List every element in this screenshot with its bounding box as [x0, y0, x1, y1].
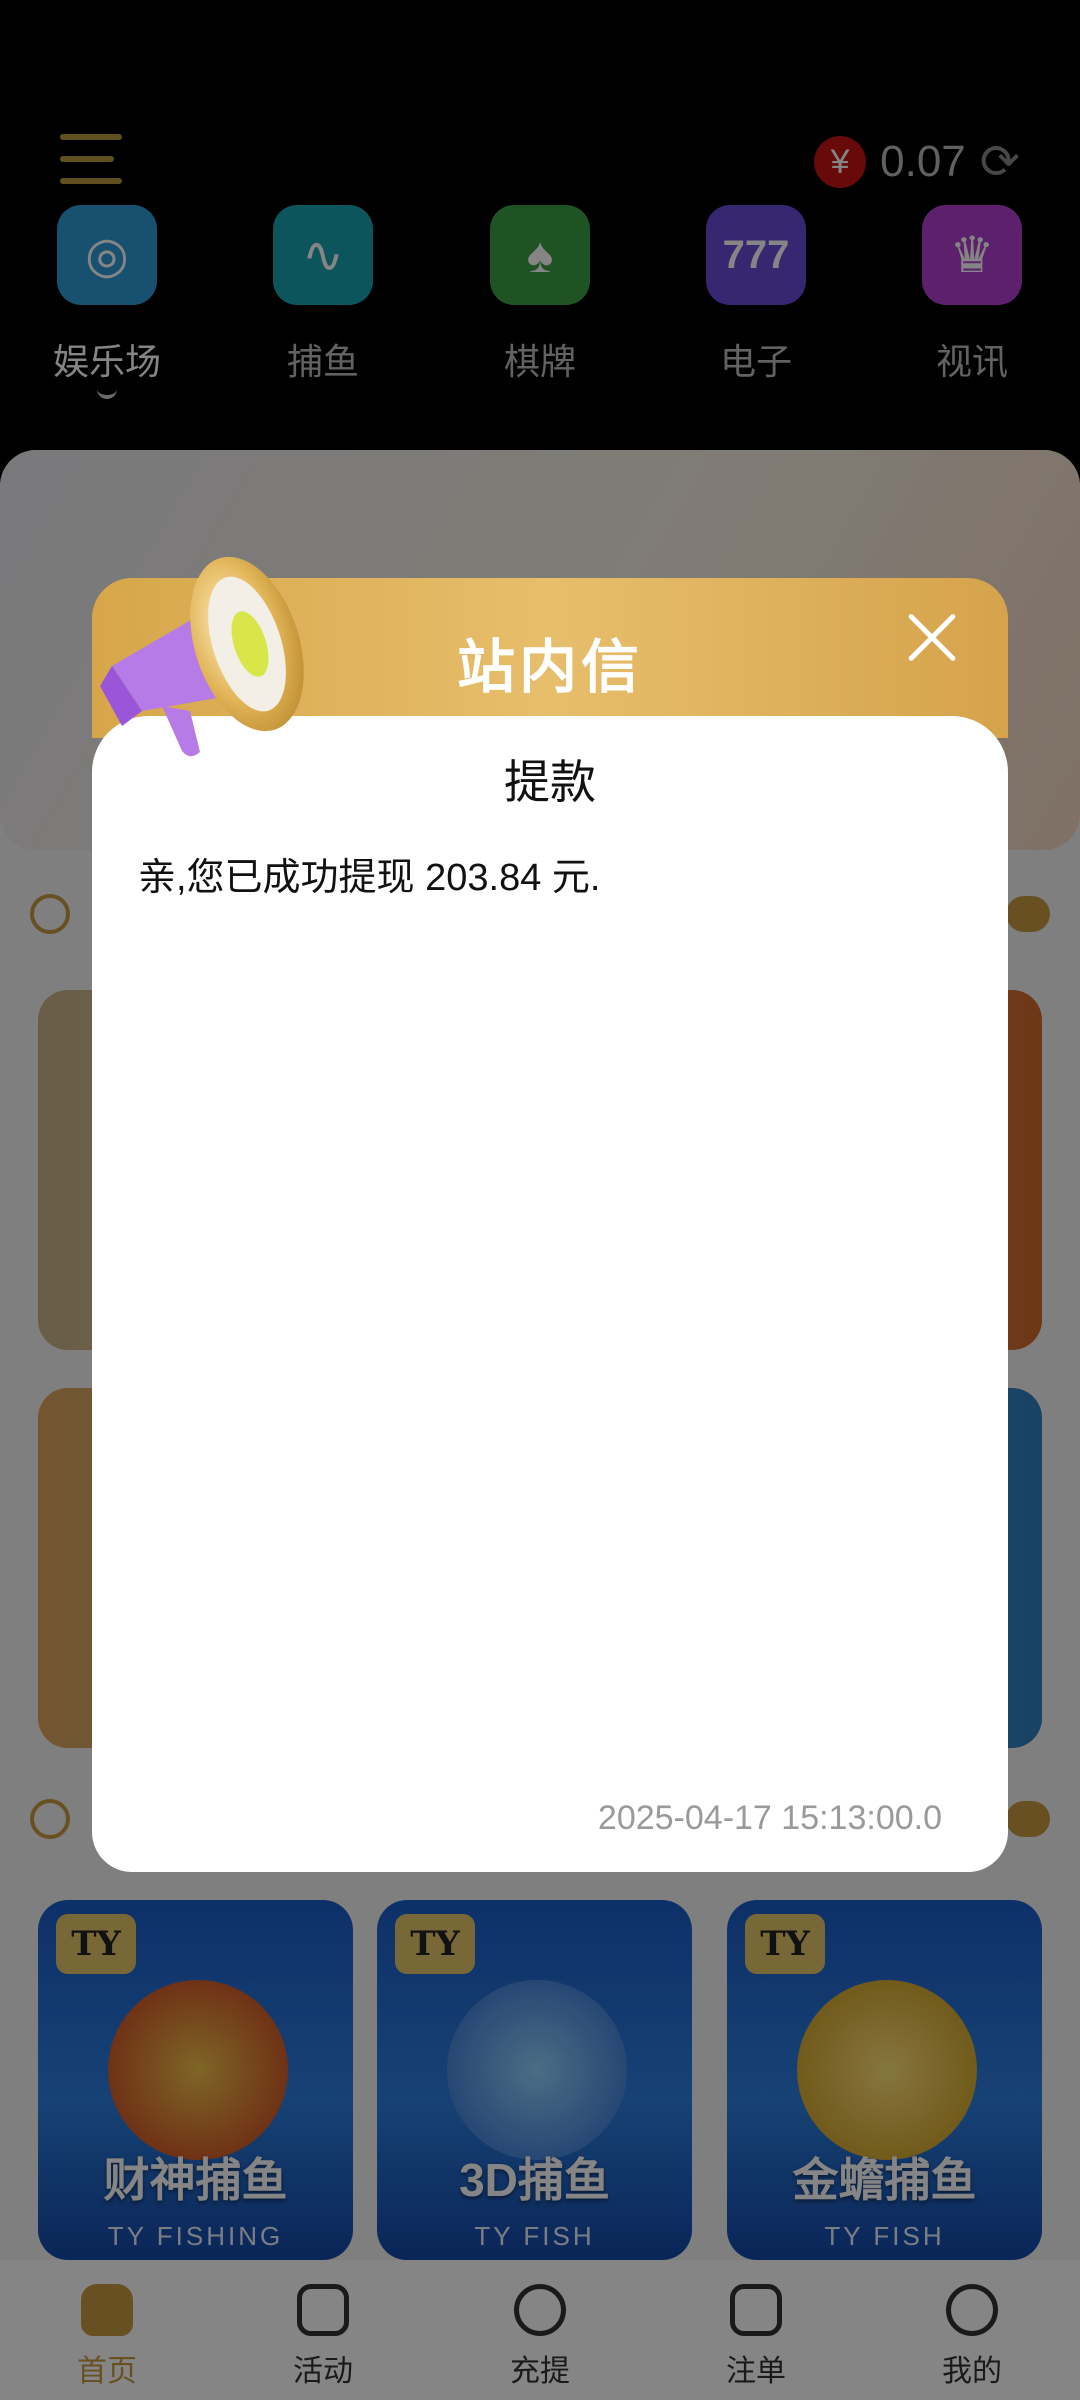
megaphone-icon — [100, 556, 304, 757]
message-modal: 站内信 提款 亲,您已成功提现 203.84 元. 2025-04-17 15:… — [92, 556, 1008, 1872]
message-timestamp: 2025-04-17 15:13:00.0 — [597, 1799, 942, 1837]
modal-body: 提款 亲,您已成功提现 203.84 元. 2025-04-17 15:13:0… — [92, 716, 1008, 1872]
message-text: 亲,您已成功提现 203.84 元. — [138, 857, 601, 899]
close-icon[interactable] — [904, 610, 960, 666]
